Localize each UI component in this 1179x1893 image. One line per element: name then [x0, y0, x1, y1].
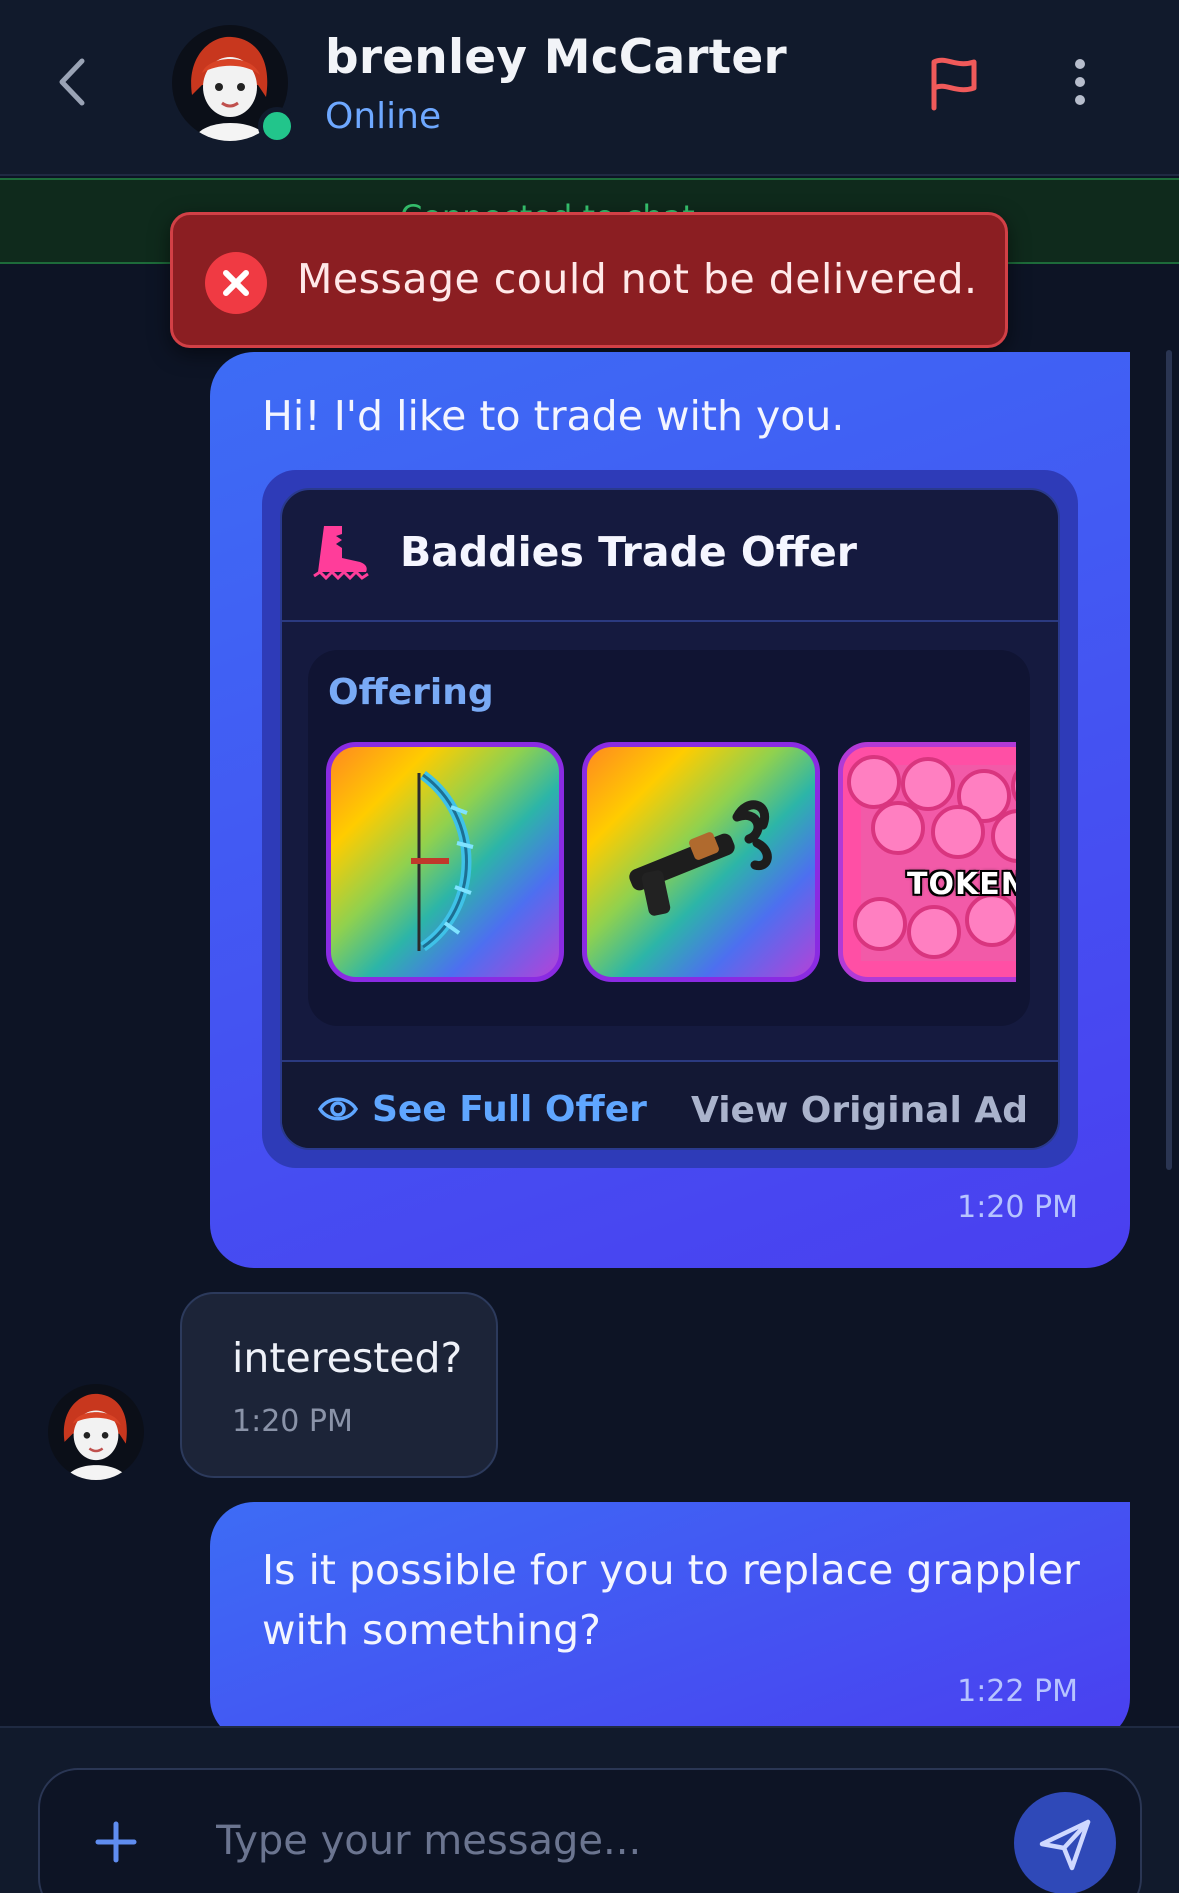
- outgoing-message: Hi! I'd like to trade with you. Baddies …: [210, 352, 1130, 1268]
- see-full-offer-button[interactable]: See Full Offer: [318, 1084, 647, 1134]
- trade-offer-actions: See Full Offer View Original Ad: [282, 1060, 1058, 1148]
- error-toast[interactable]: Message could not be delivered.: [170, 212, 1008, 348]
- error-message: Message could not be delivered.: [297, 255, 978, 303]
- send-icon: [1039, 1819, 1091, 1871]
- message-text: interested?: [232, 1334, 463, 1382]
- user-online-status: Online: [325, 96, 442, 137]
- more-options-button[interactable]: [1062, 56, 1098, 112]
- trade-offer-card: Baddies Trade Offer Offering TOKE See Fu…: [262, 470, 1078, 1168]
- tokens-item-icon: TOKENS: [847, 755, 1016, 961]
- chat-scrollbar[interactable]: [1166, 350, 1172, 1170]
- attach-button[interactable]: [94, 1820, 138, 1864]
- offering-label: Offering: [328, 672, 494, 713]
- send-button[interactable]: [1014, 1792, 1116, 1893]
- incoming-message: interested? 1:20 PM: [180, 1292, 498, 1478]
- flag-icon: [931, 57, 977, 111]
- view-original-ad-button[interactable]: View Original Ad: [691, 1090, 1028, 1131]
- report-button[interactable]: [926, 56, 982, 112]
- boot-icon: [313, 526, 369, 581]
- tokens-label: TOKENS: [907, 867, 1016, 902]
- offered-item-bow[interactable]: [326, 742, 564, 982]
- offering-section: Offering TOKE: [308, 650, 1030, 1026]
- composer: [38, 1768, 1142, 1893]
- composer-bar: [0, 1726, 1179, 1893]
- chat-header: brenley McCarter Online: [0, 0, 1179, 176]
- error-x-icon: [205, 252, 267, 314]
- back-button[interactable]: [52, 55, 92, 109]
- message-time: 1:22 PM: [957, 1674, 1078, 1709]
- grappler-item-icon: [629, 800, 772, 916]
- message-text: Hi! I'd like to trade with you.: [262, 392, 845, 440]
- message-time: 1:20 PM: [232, 1404, 353, 1439]
- online-status-dot: [258, 107, 296, 145]
- trade-offer-inner: Baddies Trade Offer Offering TOKE See Fu…: [280, 488, 1060, 1150]
- message-text: Is it possible for you to replace grappl…: [262, 1546, 1080, 1654]
- sender-avatar[interactable]: [48, 1384, 144, 1480]
- offered-item-grappler[interactable]: [582, 742, 820, 982]
- plus-icon: [95, 1821, 137, 1863]
- user-avatar-button[interactable]: [172, 25, 296, 145]
- offered-item-tokens[interactable]: TOKENS: [838, 742, 1016, 982]
- chevron-left-icon: [59, 58, 85, 106]
- trade-offer-header: Baddies Trade Offer: [282, 490, 1058, 622]
- offered-items-row[interactable]: TOKENS: [326, 742, 1016, 988]
- trade-offer-title: Baddies Trade Offer: [400, 528, 858, 576]
- see-full-offer-label: See Full Offer: [372, 1088, 647, 1130]
- message-input[interactable]: [216, 1806, 1016, 1876]
- message-time: 1:20 PM: [957, 1190, 1078, 1225]
- outgoing-message: Is it possible for you to replace grappl…: [210, 1502, 1130, 1742]
- chat-user-name[interactable]: brenley McCarter: [325, 30, 787, 85]
- eye-icon: [318, 1097, 358, 1121]
- more-vertical-icon: [1075, 59, 1085, 105]
- bow-item-icon: [411, 770, 474, 952]
